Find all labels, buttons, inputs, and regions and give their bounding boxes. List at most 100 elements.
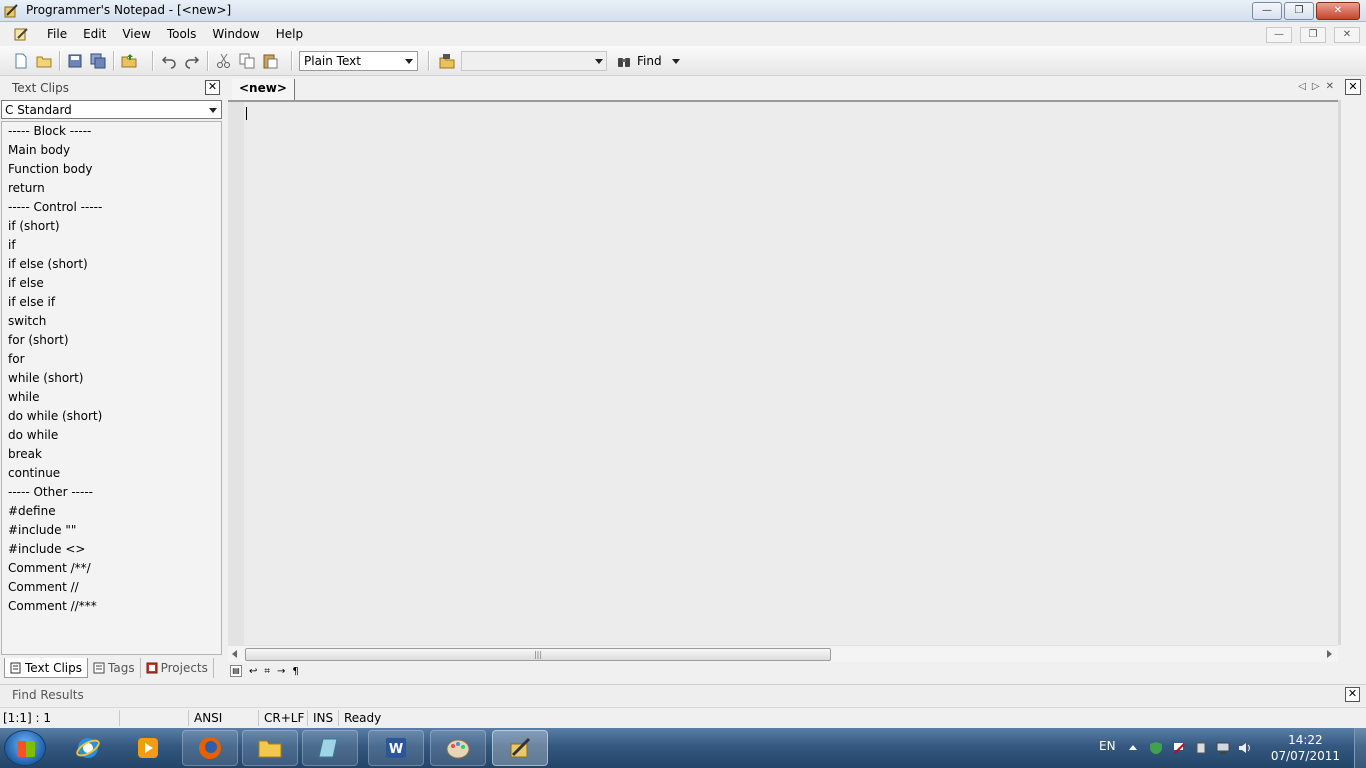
open-folder-icon[interactable]	[121, 53, 137, 69]
find-options-chevron-icon[interactable]	[672, 59, 680, 64]
scheme-select[interactable]: Plain Text	[299, 51, 418, 71]
document-close-button[interactable]: ✕	[1334, 27, 1360, 43]
whitespace-icon[interactable]: ⌗	[264, 666, 270, 677]
usb-device-icon[interactable]	[1194, 741, 1208, 755]
word-wrap-icon[interactable]: ↩	[249, 666, 257, 677]
document-icon[interactable]	[14, 27, 28, 41]
clip-item[interactable]: Comment /**/	[2, 559, 221, 578]
show-hidden-icons-icon[interactable]	[1129, 745, 1137, 750]
window-minimize-button[interactable]: —	[1252, 2, 1282, 20]
taskbar-file-explorer[interactable]	[242, 730, 298, 766]
paragraph-marks-icon[interactable]: ¶	[292, 666, 298, 677]
open-file-icon[interactable]	[36, 53, 52, 69]
horizontal-scroll-thumb[interactable]: |||	[245, 648, 831, 661]
network-icon[interactable]	[1216, 741, 1230, 755]
text-clips-pane: Text Clips ✕ C Standard ----- Block ----…	[0, 77, 225, 657]
line-numbers-icon[interactable]: ▤	[230, 665, 242, 677]
clip-item[interactable]: Function body	[2, 160, 221, 179]
taskbar-word[interactable]: W	[368, 730, 424, 766]
new-file-icon[interactable]	[13, 53, 29, 69]
menu-window[interactable]: Window	[204, 27, 267, 41]
menu-help[interactable]: Help	[268, 27, 311, 41]
find-button[interactable]: Find	[617, 54, 662, 68]
chevron-down-icon[interactable]	[595, 59, 603, 64]
tab-tags[interactable]: Tags	[88, 658, 141, 678]
text-clips-close-icon[interactable]: ✕	[205, 80, 220, 95]
clip-item[interactable]: while	[2, 388, 221, 407]
clip-item[interactable]: Comment //	[2, 578, 221, 597]
right-pane-close-icon[interactable]: ✕	[1345, 79, 1361, 95]
find-input[interactable]	[461, 51, 607, 71]
clip-item[interactable]: #include <>	[2, 540, 221, 559]
find-in-files-icon[interactable]	[439, 53, 455, 69]
tab-scroll-left-icon[interactable]: ◁	[1298, 81, 1306, 92]
copy-icon[interactable]	[239, 53, 255, 69]
menu-file[interactable]: File	[39, 27, 75, 41]
clip-item[interactable]: ----- Control -----	[2, 198, 221, 217]
window-close-button[interactable]: ✕	[1316, 2, 1360, 20]
clip-item[interactable]: if else (short)	[2, 255, 221, 274]
volume-icon[interactable]	[1238, 741, 1252, 755]
clip-item[interactable]: for	[2, 350, 221, 369]
clip-item[interactable]: return	[2, 179, 221, 198]
tab-scroll-right-icon[interactable]: ▷	[1312, 81, 1320, 92]
paste-icon[interactable]	[262, 53, 278, 69]
system-clock[interactable]: 14:22 07/07/2011	[1271, 732, 1340, 764]
clip-item[interactable]: if else if	[2, 293, 221, 312]
tab-projects[interactable]: Projects	[141, 658, 214, 678]
window-restore-button[interactable]: ❐	[1284, 2, 1314, 20]
taskbar-firefox[interactable]	[182, 730, 238, 766]
save-all-icon[interactable]	[90, 53, 106, 69]
find-results-close-icon[interactable]: ✕	[1345, 687, 1360, 702]
clip-item[interactable]: ----- Other -----	[2, 483, 221, 502]
scroll-right-icon[interactable]	[1327, 650, 1332, 658]
taskbar-paint[interactable]	[430, 730, 486, 766]
clip-item[interactable]: Main body	[2, 141, 221, 160]
menu-tools[interactable]: Tools	[159, 27, 205, 41]
tab-close-icon[interactable]: ✕	[1326, 81, 1334, 92]
start-button[interactable]	[4, 730, 46, 766]
taskbar-programmers-notepad[interactable]	[492, 730, 548, 766]
scheme-select-value: Plain Text	[304, 54, 361, 68]
security-shield-icon[interactable]	[1149, 741, 1163, 755]
save-icon[interactable]	[67, 53, 83, 69]
toolbar-separator	[291, 51, 293, 71]
clip-item[interactable]: for (short)	[2, 331, 221, 350]
clip-item[interactable]: #include ""	[2, 521, 221, 540]
clip-item[interactable]: ----- Block -----	[2, 122, 221, 141]
cursor-position: [1:1] : 1	[3, 711, 51, 725]
clip-item[interactable]: while (short)	[2, 369, 221, 388]
horizontal-scrollbar[interactable]: |||	[228, 645, 1338, 662]
editor-area[interactable]	[228, 100, 1340, 645]
tab-new-document[interactable]: <new>	[232, 79, 295, 100]
clip-set-select[interactable]: C Standard	[1, 100, 222, 119]
taskbar-internet-explorer[interactable]	[60, 730, 116, 766]
tab-markers-icon[interactable]: →	[277, 666, 285, 677]
vertical-scrollbar[interactable]	[1338, 100, 1341, 645]
document-minimize-button[interactable]: —	[1266, 27, 1292, 43]
clip-item[interactable]: if	[2, 236, 221, 255]
clip-item[interactable]: if else	[2, 274, 221, 293]
clip-item[interactable]: do while (short)	[2, 407, 221, 426]
language-indicator[interactable]: EN	[1099, 739, 1116, 753]
document-restore-button[interactable]: ❐	[1300, 27, 1326, 43]
notepad-icon	[318, 738, 338, 758]
tab-text-clips[interactable]: Text Clips	[4, 658, 88, 678]
menu-view[interactable]: View	[114, 27, 158, 41]
taskbar-media-player[interactable]	[120, 730, 176, 766]
clip-item[interactable]: continue	[2, 464, 221, 483]
redo-icon[interactable]	[184, 53, 200, 69]
menu-edit[interactable]: Edit	[75, 27, 114, 41]
undo-icon[interactable]	[161, 53, 177, 69]
clip-item[interactable]: do while	[2, 426, 221, 445]
clip-item[interactable]: if (short)	[2, 217, 221, 236]
taskbar-notepad[interactable]	[302, 730, 358, 766]
scroll-left-icon[interactable]	[232, 650, 237, 658]
clip-item[interactable]: break	[2, 445, 221, 464]
action-center-flag-icon[interactable]	[1172, 741, 1186, 755]
clip-item[interactable]: #define	[2, 502, 221, 521]
clip-item[interactable]: switch	[2, 312, 221, 331]
clip-item[interactable]: Comment //***	[2, 597, 221, 616]
cut-icon[interactable]	[216, 53, 232, 69]
show-desktop-button[interactable]	[1354, 728, 1366, 768]
